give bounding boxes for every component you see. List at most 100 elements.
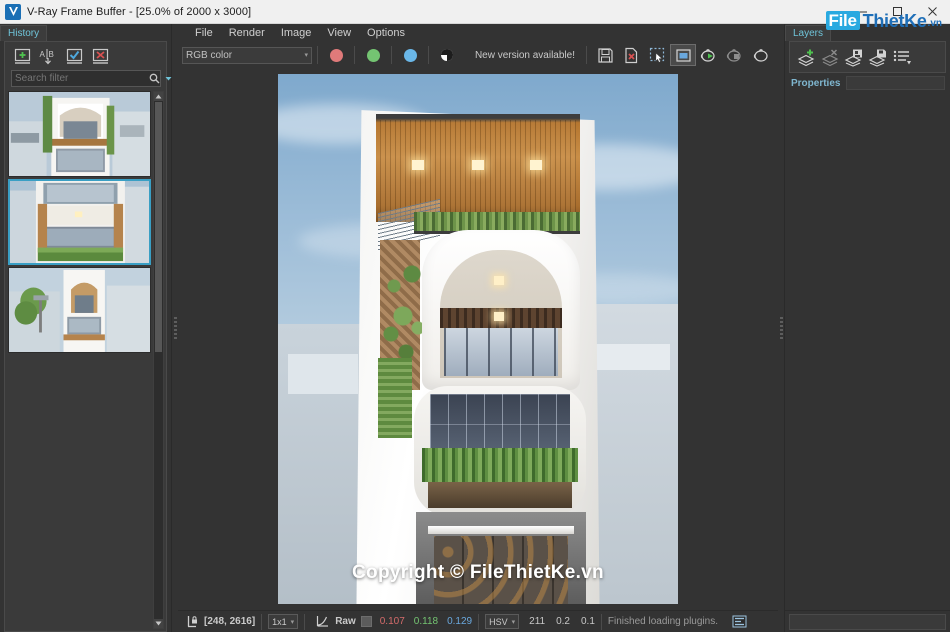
status-separator (304, 613, 306, 630)
mid-floor-block (422, 230, 580, 390)
list-item[interactable] (8, 91, 151, 177)
history-toolbar: A B (5, 42, 166, 70)
ceiling-light (530, 160, 542, 170)
teapot-icon[interactable] (748, 44, 774, 66)
teapot-play-icon[interactable] (696, 44, 722, 66)
green-value: 0.118 (413, 616, 439, 627)
scroll-up-icon[interactable] (154, 92, 163, 101)
marquee-select-icon[interactable] (644, 44, 670, 66)
balcony-glass (444, 328, 558, 376)
title-bar: V-Ray Frame Buffer - [25.0% of 2000 x 30… (0, 0, 950, 24)
layer-list-icon[interactable] (892, 48, 914, 67)
properties-field[interactable] (846, 76, 945, 90)
ab-compare-icon[interactable]: A B (37, 47, 59, 66)
main-body: History A B Search filter File Render Im… (0, 24, 950, 632)
color-curve-icon[interactable] (311, 615, 335, 628)
history-list-wrap (5, 91, 166, 631)
layer-add-icon[interactable] (796, 48, 818, 67)
raw-label: Raw (335, 616, 356, 627)
search-icon[interactable] (147, 73, 162, 84)
search-input[interactable] (15, 73, 147, 84)
layers-panel: Layers Properties (784, 24, 950, 632)
render-tool-buttons (592, 44, 774, 66)
history-list (8, 91, 151, 629)
color-space-value: HSV (489, 616, 508, 627)
layer-save-icon[interactable] (868, 48, 890, 67)
history-tabstrip: History (0, 24, 171, 41)
right-splitter[interactable] (778, 24, 784, 632)
channel-select[interactable]: RGB color ▾ (182, 46, 312, 64)
svg-text:A: A (39, 50, 45, 59)
scroll-down-icon[interactable] (154, 619, 163, 628)
filethietke-logo-watermark: File ThietKe .vn (825, 11, 942, 30)
properties-row: Properties (785, 73, 950, 90)
color-space-select[interactable]: HSV ▾ (485, 614, 520, 629)
status-message: Finished loading plugins. (607, 616, 718, 627)
layers-panel-box (789, 41, 946, 73)
vray-frame-buffer-window: File ThietKe .vn V-Ray Frame Buffer - [2… (0, 0, 950, 632)
teapot-stop-icon[interactable] (722, 44, 748, 66)
menu-view[interactable]: View (319, 26, 359, 40)
history-filter-row (5, 70, 172, 91)
red-value: 0.107 (379, 616, 405, 627)
toolbar-separator (391, 46, 392, 64)
delete-box-icon[interactable] (89, 47, 111, 66)
hue-value: 211 (529, 616, 546, 627)
menu-file[interactable]: File (187, 26, 221, 40)
sample-size-select[interactable]: 1x1 ▾ (268, 614, 299, 629)
splitter-grip (173, 317, 177, 339)
history-panel: History A B Search filter (0, 24, 172, 632)
floppy-save-icon[interactable] (592, 44, 618, 66)
green-channel-button[interactable] (360, 44, 386, 66)
blue-channel-button[interactable] (397, 44, 423, 66)
list-item[interactable] (8, 179, 151, 265)
check-box-icon[interactable] (63, 47, 85, 66)
blue-value: 0.129 (447, 616, 473, 627)
lower-windows (430, 394, 570, 456)
toolbar-separator (354, 46, 355, 64)
chevron-down-icon: ▾ (290, 618, 295, 626)
tab-layers[interactable]: Layers (785, 25, 832, 41)
render-copyright-watermark: Copyright © FileThietKe.vn (352, 562, 604, 583)
value-value: 0.1 (581, 616, 595, 627)
log-panel-icon[interactable] (718, 615, 753, 628)
search-filter-box[interactable] (11, 70, 172, 87)
layer-remove-icon[interactable] (820, 48, 842, 67)
fit-window-icon[interactable] (670, 44, 696, 66)
entry-canopy (428, 526, 574, 534)
file-delete-icon[interactable] (618, 44, 644, 66)
floor-plinth (428, 482, 572, 508)
status-bar: [248, 2616] 1x1 ▾ Raw 0.107 0.118 0.129 … (178, 610, 778, 632)
toolbar-separator (586, 46, 587, 64)
render-image[interactable]: Copyright © FileThietKe.vn (278, 74, 678, 604)
pixel-lock-icon[interactable] (181, 615, 204, 628)
ceiling-light (494, 276, 504, 285)
logo-vn-text: .vn (927, 18, 942, 29)
render-viewport[interactable]: Copyright © FileThietKe.vn (178, 68, 778, 610)
layers-footer-box (789, 613, 946, 630)
planter-box (422, 448, 578, 482)
arched-balcony (440, 250, 562, 378)
chevron-down-icon: ▾ (511, 618, 516, 626)
list-item[interactable] (8, 267, 151, 353)
alpha-channel-button[interactable] (434, 44, 460, 66)
history-scrollbar[interactable] (153, 91, 164, 629)
new-version-notice[interactable]: New version available! (475, 50, 581, 61)
tab-history[interactable]: History (0, 25, 48, 41)
menu-render[interactable]: Render (221, 26, 273, 40)
layer-load-icon[interactable] (844, 48, 866, 67)
lower-floor-block (414, 386, 586, 516)
layers-list-area[interactable] (785, 90, 950, 610)
scrollbar-thumb[interactable] (155, 102, 162, 352)
red-channel-button[interactable] (323, 44, 349, 66)
ceiling-light (472, 160, 484, 170)
layers-panel-footer (785, 610, 950, 632)
menu-image[interactable]: Image (273, 26, 320, 40)
ceiling-light (412, 160, 424, 170)
center-panel: File Render Image View Options RGB color… (178, 24, 778, 632)
plus-box-icon[interactable] (11, 47, 33, 66)
saturation-value: 0.2 (556, 616, 570, 627)
layers-toolbar (790, 42, 945, 72)
menu-options[interactable]: Options (359, 26, 413, 40)
properties-label: Properties (791, 77, 841, 89)
